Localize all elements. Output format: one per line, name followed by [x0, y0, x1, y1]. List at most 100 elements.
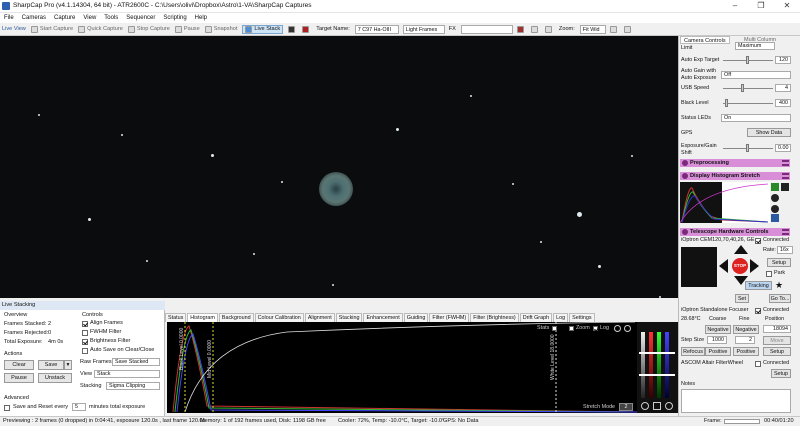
- save-reset-minutes-input[interactable]: 5: [72, 403, 86, 411]
- menu-help[interactable]: Help: [191, 13, 211, 23]
- zoom-combo[interactable]: Fit Wid: [579, 24, 606, 34]
- align-frames-checkbox[interactable]: [82, 321, 88, 327]
- live-view-button[interactable]: Live View: [2, 26, 26, 32]
- reset-stretch-icon[interactable]: [771, 194, 779, 202]
- tab-settings[interactable]: Settings: [569, 313, 595, 322]
- fx-combo[interactable]: [460, 24, 513, 34]
- clear-button[interactable]: Clear: [4, 360, 34, 370]
- level-bar-green[interactable]: [657, 332, 661, 398]
- filterwheel-connected-checkbox[interactable]: [755, 361, 761, 367]
- minimize-button[interactable]: –: [722, 0, 748, 12]
- focuser-connected-checkbox[interactable]: [755, 308, 761, 314]
- status-leds-select[interactable]: On: [721, 114, 791, 122]
- histogram-stretch-section-header[interactable]: Display Histogram Stretch: [680, 172, 790, 180]
- pause-button[interactable]: Pause: [174, 25, 200, 33]
- tab-guiding[interactable]: Guiding: [403, 313, 429, 322]
- filterwheel-setup-button[interactable]: Setup: [771, 369, 791, 378]
- auto-save-checkbox[interactable]: [82, 348, 88, 354]
- stacking-select[interactable]: Sigma Clipping: [106, 382, 160, 390]
- west-arrow-icon[interactable]: [719, 259, 728, 273]
- usb-speed-slider-thumb[interactable]: [741, 84, 744, 92]
- raw-frames-select[interactable]: Save Stacked: [112, 358, 160, 366]
- coarse-positive-button[interactable]: Positive: [705, 347, 731, 356]
- unstack-button[interactable]: Unstack: [38, 373, 72, 383]
- maximize-button[interactable]: ❐: [748, 0, 774, 12]
- red-record-icon[interactable]: [302, 25, 311, 33]
- start-capture-button[interactable]: Start Capture: [30, 25, 73, 33]
- tab-colour-calibration[interactable]: Colour Calibration: [254, 313, 304, 322]
- coarse-negative-button[interactable]: Negative: [705, 325, 731, 334]
- move-button[interactable]: Move: [763, 336, 791, 345]
- save-icon[interactable]: [771, 214, 779, 222]
- display-histogram-plot[interactable]: [680, 182, 770, 223]
- save-dropdown-icon[interactable]: ▼: [64, 360, 72, 370]
- tools-icon[interactable]: [623, 25, 633, 33]
- tab-alignment[interactable]: Alignment: [304, 313, 335, 322]
- target-name-combo[interactable]: 7 C97 Ha-OIII: [354, 24, 399, 34]
- tab-stacking[interactable]: Stacking: [335, 313, 363, 322]
- position-value[interactable]: 18094: [763, 325, 791, 333]
- menu-scripting[interactable]: Scripting: [159, 13, 190, 23]
- notes-textarea[interactable]: [681, 389, 791, 413]
- link-channels-icon[interactable]: [781, 183, 789, 191]
- log-checkbox[interactable]: [593, 326, 598, 331]
- menu-sequencer[interactable]: Sequencer: [122, 13, 159, 23]
- black-level-slider-thumb[interactable]: [725, 99, 728, 107]
- usb-speed-value[interactable]: 4: [775, 84, 791, 92]
- color-swatch-icon[interactable]: [516, 25, 526, 33]
- pause-button[interactable]: Pause: [4, 373, 34, 383]
- tab-log[interactable]: Log: [553, 313, 569, 322]
- usb-speed-slider[interactable]: [723, 88, 773, 89]
- star-icon[interactable]: ★: [775, 280, 783, 290]
- park-checkbox[interactable]: [766, 271, 772, 277]
- step-size-fine[interactable]: 2: [735, 336, 755, 344]
- set-button[interactable]: Set: [735, 294, 749, 303]
- brightness-filter-checkbox[interactable]: [82, 339, 88, 345]
- level-bar-grey[interactable]: [641, 332, 645, 398]
- settings-gear-icon[interactable]: [641, 402, 649, 410]
- menu-capture[interactable]: Capture: [50, 13, 79, 23]
- tab-enhancement[interactable]: Enhancement: [363, 313, 403, 322]
- menu-file[interactable]: File: [0, 13, 18, 23]
- black-level-value[interactable]: 400: [775, 99, 791, 107]
- menu-view[interactable]: View: [79, 13, 100, 23]
- record-stack-icon[interactable]: [288, 25, 297, 33]
- fine-positive-button[interactable]: Positive: [733, 347, 759, 356]
- show-data-button[interactable]: Show Data: [747, 128, 791, 137]
- tab-camera-controls[interactable]: Camera Controls: [680, 36, 730, 44]
- auto-exp-slider-thumb[interactable]: [746, 56, 749, 64]
- exposure-shift-value[interactable]: 0.00: [775, 144, 791, 152]
- preprocessing-section-header[interactable]: Preprocessing: [680, 159, 790, 167]
- mount-connected-checkbox[interactable]: [755, 238, 761, 244]
- live-stack-button[interactable]: Live Stack: [242, 24, 284, 34]
- quick-capture-button[interactable]: Quick Capture: [78, 25, 123, 33]
- move-icon[interactable]: [653, 402, 661, 410]
- reset-icon[interactable]: [614, 325, 621, 332]
- limit-value[interactable]: Maximum: [735, 42, 775, 50]
- tab-status[interactable]: Status: [165, 313, 187, 322]
- view-select[interactable]: Stack: [94, 370, 160, 378]
- exposure-shift-slider-thumb[interactable]: [746, 144, 749, 152]
- image-viewer[interactable]: [0, 36, 678, 298]
- refresh-icon[interactable]: [771, 205, 779, 213]
- focuser-setup-button[interactable]: Setup: [763, 347, 791, 356]
- tracking-button[interactable]: Tracking: [745, 281, 772, 290]
- fine-negative-button[interactable]: Negative: [733, 325, 759, 334]
- tab-filter-fwhm[interactable]: Filter (FWHM): [429, 313, 470, 322]
- grid-icon[interactable]: [530, 25, 540, 33]
- tab-background[interactable]: Background: [218, 313, 254, 322]
- snapshot-button[interactable]: Snapshot: [204, 25, 237, 33]
- refresh-icon[interactable]: [624, 325, 631, 332]
- undo-icon[interactable]: [665, 402, 673, 410]
- rate-select[interactable]: 16x: [777, 246, 793, 254]
- save-reset-checkbox[interactable]: [4, 405, 10, 411]
- step-size-coarse[interactable]: 1000: [707, 336, 727, 344]
- level-bar-blue[interactable]: [665, 332, 669, 398]
- reticle-icon[interactable]: [544, 25, 554, 33]
- menu-cameras[interactable]: Cameras: [18, 13, 50, 23]
- north-arrow-icon[interactable]: [734, 245, 748, 254]
- save-button[interactable]: Save: [38, 360, 64, 370]
- goto-button[interactable]: Go To...: [769, 294, 791, 303]
- telescope-hardware-section-header[interactable]: Telescope Hardware Controls: [680, 228, 790, 236]
- stats-checkbox[interactable]: [552, 326, 557, 331]
